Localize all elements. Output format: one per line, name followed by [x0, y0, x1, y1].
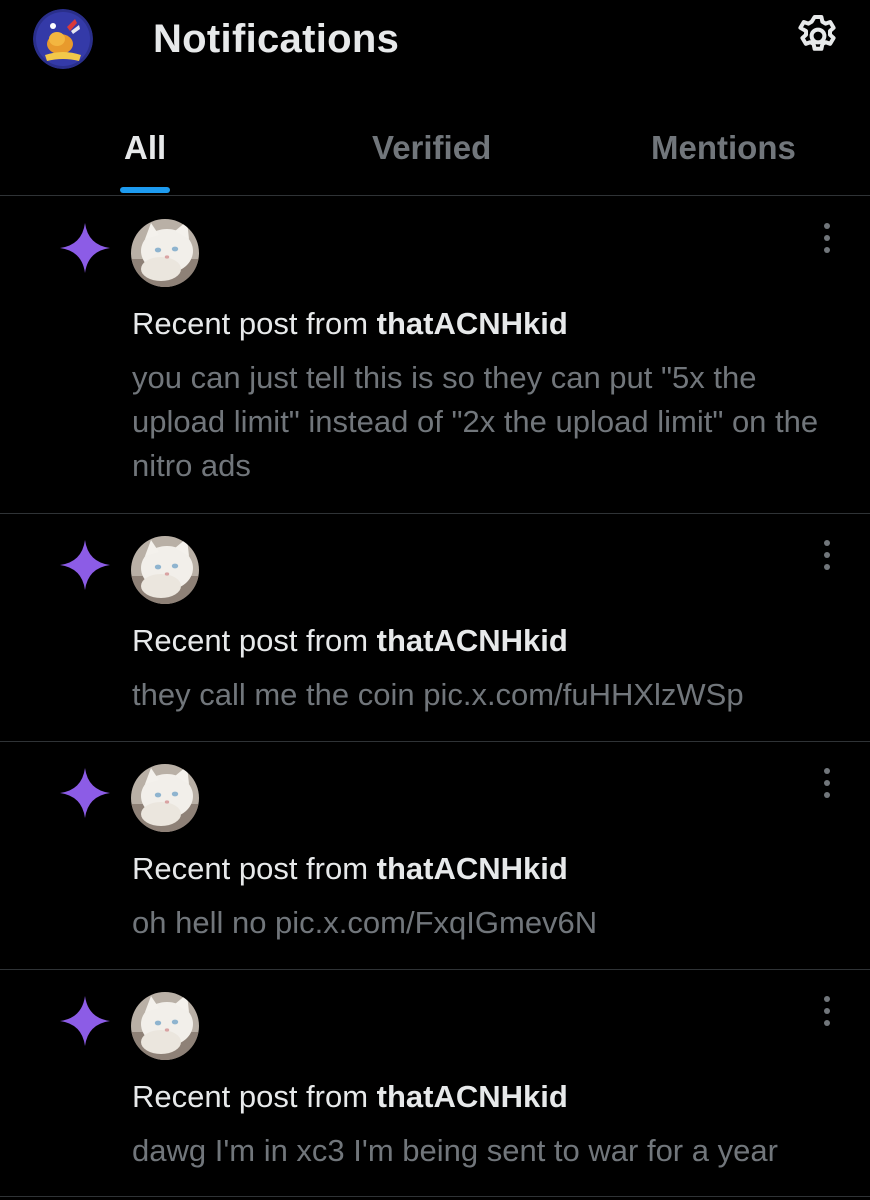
- notification-prefix: Recent post from: [132, 623, 377, 658]
- notification-text: dawg I'm in xc3 I'm being sent to war fo…: [132, 1133, 778, 1168]
- avatar[interactable]: [131, 992, 199, 1060]
- tab-all[interactable]: All: [124, 127, 166, 169]
- notification-user[interactable]: thatACNHkid: [377, 623, 568, 658]
- notification-title: Recent post from thatACNHkid: [132, 304, 568, 344]
- notification-item[interactable]: Recent post from thatACNHkid oh hell no …: [0, 742, 870, 970]
- notification-prefix: Recent post from: [132, 851, 377, 886]
- more-options-icon[interactable]: [812, 538, 842, 572]
- notification-text: oh hell no pic.x.com/FxqIGmev6N: [132, 905, 598, 940]
- sparkle-icon: [58, 766, 112, 820]
- more-options-icon[interactable]: [812, 221, 842, 255]
- notification-tabs: All Verified Mentions: [0, 105, 870, 196]
- avatar[interactable]: [131, 536, 199, 604]
- avatar[interactable]: [131, 764, 199, 832]
- notification-item[interactable]: Recent post from thatACNHkid dawg I'm in…: [0, 970, 870, 1197]
- profile-avatar[interactable]: [33, 9, 93, 69]
- notification-user[interactable]: thatACNHkid: [377, 1079, 568, 1114]
- active-tab-indicator: [120, 187, 170, 193]
- avatar[interactable]: [131, 219, 199, 287]
- profile-avatar-image: [33, 9, 93, 69]
- notification-text: they call me the coin pic.x.com/fuHHXlzW…: [132, 677, 744, 712]
- notification-title: Recent post from thatACNHkid: [132, 621, 568, 661]
- page-title: Notifications: [153, 17, 400, 61]
- notification-item[interactable]: Recent post from thatACNHkid they call m…: [0, 514, 870, 742]
- top-bar: Notifications: [0, 0, 870, 80]
- notification-title: Recent post from thatACNHkid: [132, 1077, 568, 1117]
- tab-verified[interactable]: Verified: [372, 127, 491, 169]
- sparkle-icon: [58, 221, 112, 275]
- notification-user[interactable]: thatACNHkid: [377, 851, 568, 886]
- more-options-icon[interactable]: [812, 994, 842, 1028]
- tab-mentions[interactable]: Mentions: [651, 127, 796, 169]
- sparkle-icon: [58, 538, 112, 592]
- sparkle-icon: [58, 994, 112, 1048]
- notification-user[interactable]: thatACNHkid: [377, 306, 568, 341]
- notification-title: Recent post from thatACNHkid: [132, 849, 568, 889]
- notification-item[interactable]: Recent post from thatACNHkid you can jus…: [0, 197, 870, 514]
- gear-icon[interactable]: [794, 12, 842, 60]
- notification-prefix: Recent post from: [132, 306, 377, 341]
- notification-prefix: Recent post from: [132, 1079, 377, 1114]
- more-options-icon[interactable]: [812, 766, 842, 800]
- notification-text: you can just tell this is so they can pu…: [132, 360, 819, 483]
